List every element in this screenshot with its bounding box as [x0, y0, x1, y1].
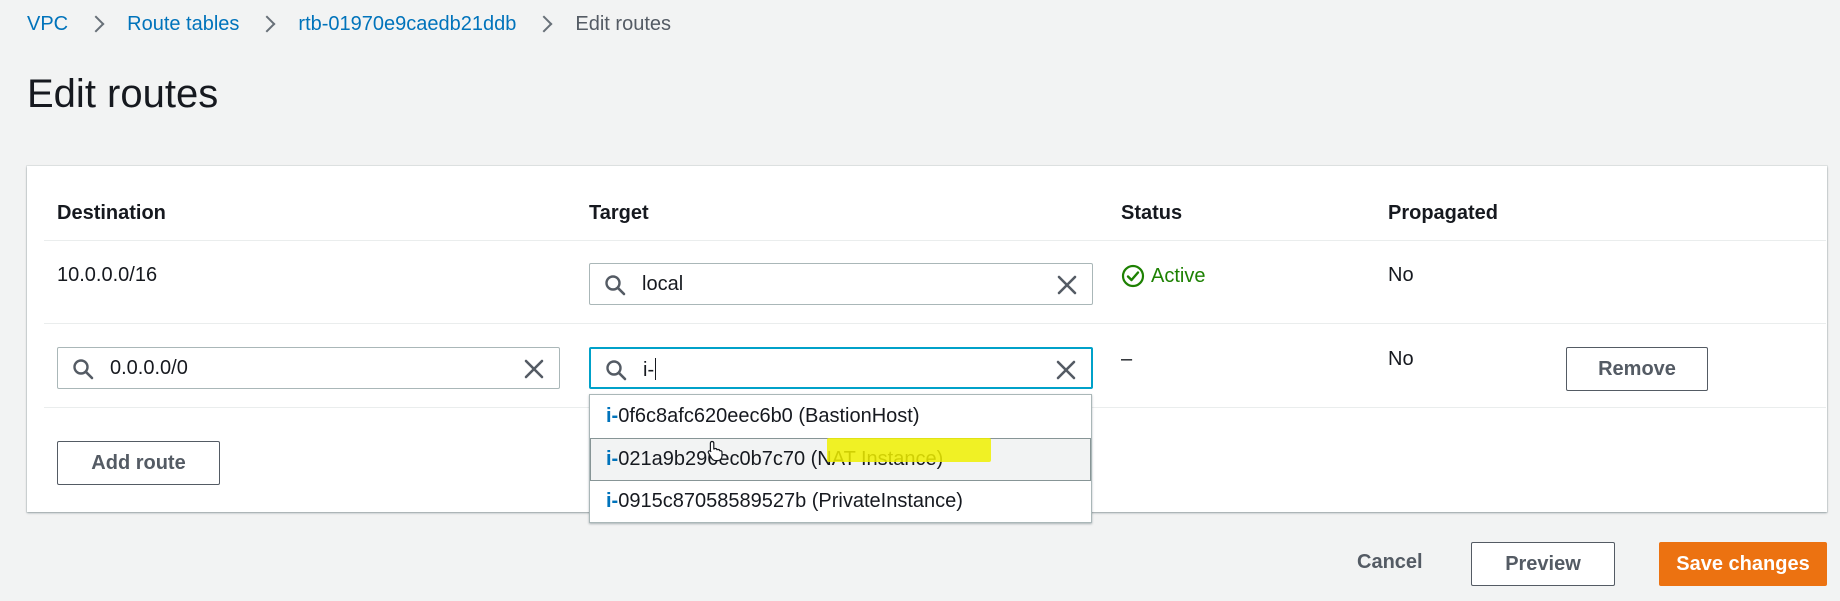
breadcrumb-vpc[interactable]: VPC	[27, 13, 68, 36]
destination-input[interactable]: 0.0.0.0/0	[57, 347, 560, 389]
chevron-right-icon	[535, 15, 553, 33]
breadcrumb-route-table-id[interactable]: rtb-01970e9caedb21ddb	[298, 13, 516, 36]
check-circle-icon	[1121, 264, 1145, 288]
target-input[interactable]: local	[589, 263, 1093, 305]
breadcrumb-current: Edit routes	[575, 12, 671, 35]
hand-cursor-icon	[707, 440, 723, 462]
target-search-input[interactable]: i-	[589, 347, 1093, 389]
destination-input-value: 0.0.0.0/0	[110, 357, 188, 379]
search-icon	[73, 359, 94, 380]
close-icon[interactable]	[1056, 274, 1078, 296]
option-prefix: i-	[606, 405, 619, 427]
route-destination: 10.0.0.0/16	[57, 264, 158, 286]
column-header-destination: Destination	[57, 202, 166, 224]
column-header-target: Target	[589, 202, 649, 224]
remove-button[interactable]: Remove	[1566, 347, 1708, 391]
column-header-propagated: Propagated	[1388, 202, 1499, 224]
status-dash: –	[1121, 348, 1133, 370]
option-prefix: i-	[606, 490, 619, 512]
page-title: Edit routes	[27, 72, 219, 116]
propagated-value: No	[1388, 348, 1414, 370]
status-active: Active	[1121, 264, 1205, 288]
search-icon	[606, 360, 627, 381]
option-label: 0915c87058589527b (PrivateInstance)	[618, 490, 963, 512]
close-icon[interactable]	[523, 358, 545, 380]
header-divider	[44, 240, 1826, 241]
propagated-value: No	[1388, 264, 1414, 286]
add-route-button[interactable]: Add route	[57, 441, 220, 485]
typed-text: i-	[643, 359, 655, 381]
option-label: 0f6c8afc620eec6b0 (BastionHost)	[618, 405, 920, 427]
option-prefix: i-	[606, 448, 619, 470]
text-caret	[655, 358, 657, 380]
cancel-button[interactable]: Cancel	[1357, 551, 1423, 574]
search-icon	[605, 275, 626, 296]
target-input-value: local	[642, 273, 684, 295]
column-header-status: Status	[1121, 202, 1183, 224]
target-search-value: i-	[643, 358, 657, 382]
chevron-right-icon	[258, 15, 276, 33]
save-changes-button[interactable]: Save changes	[1659, 542, 1827, 586]
row-divider	[44, 323, 1826, 324]
breadcrumb-route-tables[interactable]: Route tables	[127, 13, 239, 36]
preview-button[interactable]: Preview	[1471, 542, 1615, 586]
status-label: Active	[1151, 264, 1206, 287]
dropdown-option[interactable]: i- 0915c87058589527b (PrivateInstance)	[590, 480, 1091, 523]
close-icon[interactable]	[1055, 359, 1077, 381]
chevron-right-icon	[87, 15, 105, 33]
annotation-highlight	[827, 438, 991, 462]
dropdown-option[interactable]: i- 0f6c8afc620eec6b0 (BastionHost)	[590, 395, 1091, 438]
breadcrumb: VPC Route tables rtb-01970e9caedb21ddb E…	[27, 10, 671, 38]
